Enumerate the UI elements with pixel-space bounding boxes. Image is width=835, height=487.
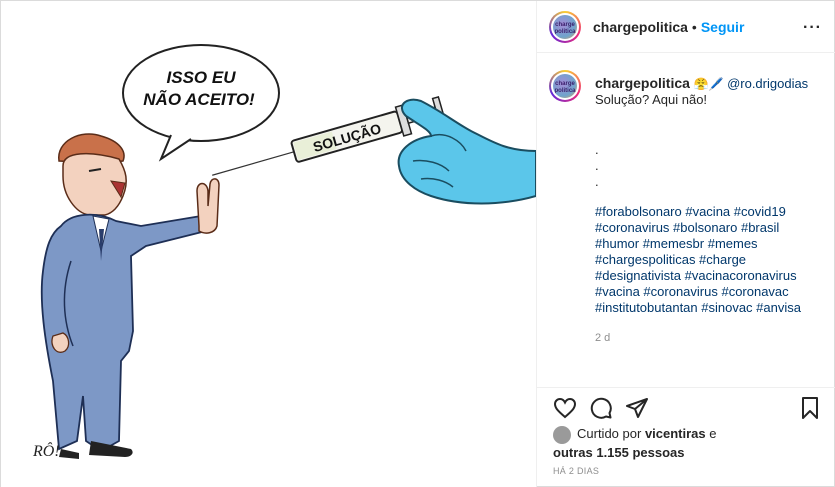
caption-age: 2 d bbox=[595, 332, 611, 344]
likes-summary: Curtido por vicentiras e outras 1.155 pe… bbox=[553, 425, 717, 461]
cartoon-illustration: ISSO EU NÃO ACEITO! SOLUÇÃO RÔ! bbox=[32, 44, 536, 460]
man-raised-hand bbox=[196, 178, 220, 234]
likes-joiner: e bbox=[709, 426, 717, 441]
gloved-hand bbox=[397, 98, 536, 205]
likes-prefix: Curtido por bbox=[577, 426, 642, 441]
likes-others[interactable]: outras 1.155 pessoas bbox=[553, 445, 685, 460]
caption-text: Solução? Aqui não! bbox=[595, 92, 708, 107]
post-container: ISSO EU NÃO ACEITO! SOLUÇÃO RÔ! charge p… bbox=[0, 0, 835, 487]
speech-line-2: NÃO ACEITO! bbox=[143, 89, 255, 109]
post-timestamp[interactable]: HÁ 2 DIAS bbox=[553, 466, 599, 476]
dot-line: . bbox=[595, 142, 599, 157]
heart-icon[interactable] bbox=[553, 396, 577, 420]
caption-hashtags[interactable]: #forabolsonaro #vacina #covid19 #coronav… bbox=[595, 204, 815, 316]
artist-signature: RÔ! bbox=[32, 441, 60, 460]
author-avatar[interactable]: charge politica bbox=[549, 10, 581, 43]
liker-username[interactable]: vicentiras bbox=[645, 426, 706, 441]
action-bar bbox=[537, 387, 835, 427]
share-icon[interactable] bbox=[625, 396, 649, 420]
dot-line: . bbox=[595, 174, 599, 189]
comments-section: charge politica chargepolitica 😤🖊️ @ro.d… bbox=[537, 54, 835, 386]
caption-mention[interactable]: @ro.drigodias bbox=[727, 76, 808, 91]
liker-avatar[interactable] bbox=[553, 425, 571, 444]
caption-avatar[interactable]: charge politica bbox=[549, 70, 581, 102]
comment-icon[interactable] bbox=[589, 396, 613, 420]
caption-author[interactable]: chargepolitica bbox=[595, 75, 690, 91]
avatar-art: charge politica bbox=[553, 14, 577, 39]
post-sidebar: charge politica chargepolitica • Seguir … bbox=[536, 1, 835, 487]
follow-button[interactable]: Seguir bbox=[701, 19, 745, 35]
caption: charge politica chargepolitica 😤🖊️ @ro.d… bbox=[549, 70, 824, 346]
caption-avatar-art: charge politica bbox=[553, 74, 577, 98]
separator-dot: • bbox=[691, 18, 697, 35]
dot-line: . bbox=[595, 158, 599, 173]
more-icon[interactable]: ··· bbox=[803, 19, 822, 37]
caption-dots: . . . bbox=[595, 142, 815, 190]
man-suit bbox=[40, 213, 208, 453]
post-header: charge politica chargepolitica • Seguir … bbox=[537, 1, 835, 53]
post-image[interactable]: ISSO EU NÃO ACEITO! SOLUÇÃO RÔ! bbox=[1, 1, 536, 487]
author-username[interactable]: chargepolitica bbox=[593, 19, 688, 35]
caption-emoji: 😤🖊️ bbox=[693, 77, 724, 91]
speech-line-1: ISSO EU bbox=[167, 68, 237, 87]
bookmark-icon[interactable] bbox=[798, 396, 822, 420]
